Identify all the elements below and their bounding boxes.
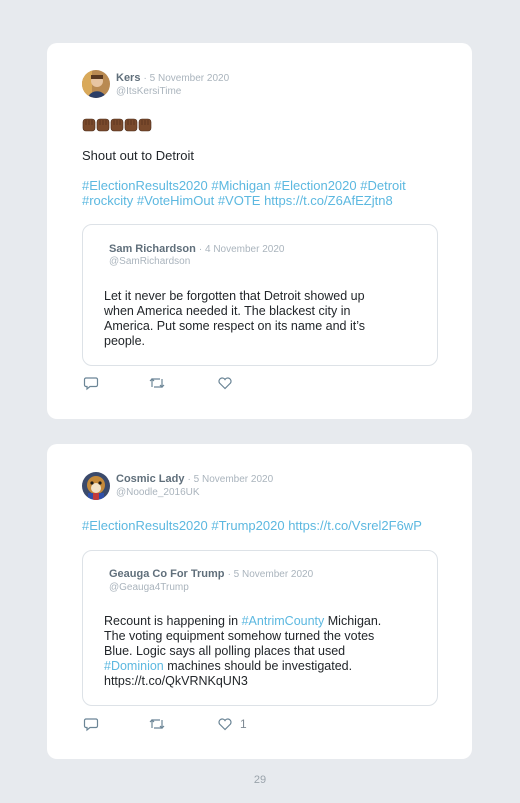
quoted-text-line: Let it never be forgotten that Detroit s… bbox=[104, 289, 365, 303]
heart-icon[interactable] bbox=[217, 375, 233, 391]
quoted-author-name[interactable]: Sam Richardson · 4 November 2020 bbox=[109, 243, 284, 255]
author-name[interactable]: Kers · 5 November 2020 bbox=[116, 72, 229, 84]
quoted-text-line: Recount is happening in #AntrimCounty Mi… bbox=[104, 614, 382, 628]
quoted-handle[interactable]: @SamRichardson bbox=[109, 256, 190, 267]
hashtag-link[interactable]: #AntrimCounty bbox=[242, 614, 325, 628]
tweet-card: Kers · 5 November 2020 @ItsKersiTime Sho… bbox=[47, 43, 472, 419]
quoted-text-line: Blue. Logic says all polling places that… bbox=[104, 644, 346, 658]
author-name[interactable]: Cosmic Lady · 5 November 2020 bbox=[116, 473, 273, 485]
hashtag-link[interactable]: #Dominion bbox=[104, 659, 164, 673]
retweet-icon[interactable] bbox=[149, 375, 165, 391]
avatar[interactable] bbox=[82, 70, 110, 98]
quoted-url-link[interactable]: https://t.co/QkVRNKqUN3 bbox=[104, 674, 248, 689]
tweet-actions bbox=[83, 375, 283, 391]
quoted-text-line: The voting equipment somehow turned the … bbox=[104, 629, 375, 643]
reply-icon[interactable] bbox=[83, 716, 99, 732]
quoted-text-line: #Dominion machines should be investigate… bbox=[104, 659, 353, 673]
quoted-text-line: when America needed it. The blackest cit… bbox=[104, 304, 351, 318]
heart-icon[interactable] bbox=[217, 716, 233, 732]
tweet-hashtags-line2[interactable]: #rockcity #VoteHimOut #VOTE https://t.co… bbox=[82, 193, 393, 208]
author-handle[interactable]: @Noodle_2016UK bbox=[116, 487, 200, 498]
author-handle[interactable]: @ItsKersiTime bbox=[116, 86, 181, 97]
quoted-handle[interactable]: @Geauga4Trump bbox=[109, 582, 189, 593]
tweet-actions: 1 bbox=[83, 716, 283, 732]
tweet-date: · 5 November 2020 bbox=[187, 474, 274, 485]
emoji-row bbox=[82, 117, 162, 133]
tweet-hashtags-line1[interactable]: #ElectionResults2020 #Trump2020 https://… bbox=[82, 518, 422, 533]
tweet-date: · 5 November 2020 bbox=[143, 73, 230, 84]
tweet-card: Cosmic Lady · 5 November 2020 @Noodle_20… bbox=[47, 444, 472, 759]
quoted-tweet[interactable]: Sam Richardson · 4 November 2020 @SamRic… bbox=[82, 224, 438, 366]
retweet-icon[interactable] bbox=[149, 716, 165, 732]
quoted-date: · 4 November 2020 bbox=[198, 244, 285, 255]
page-number: 29 bbox=[253, 774, 267, 786]
quoted-date: · 5 November 2020 bbox=[227, 569, 314, 580]
raised-fist-emoji bbox=[82, 118, 152, 132]
tweet-text: Shout out to Detroit bbox=[82, 148, 195, 163]
quoted-text-line: America. Put some respect on its name an… bbox=[104, 319, 365, 333]
like-count: 1 bbox=[240, 717, 247, 731]
tweet-hashtags-line1[interactable]: #ElectionResults2020 #Michigan #Election… bbox=[82, 178, 406, 193]
quoted-tweet[interactable]: Geauga Co For Trump · 5 November 2020 @G… bbox=[82, 550, 438, 706]
quoted-text-line: people. bbox=[104, 334, 146, 348]
reply-icon[interactable] bbox=[83, 375, 99, 391]
avatar[interactable] bbox=[82, 472, 110, 500]
quoted-author-name[interactable]: Geauga Co For Trump · 5 November 2020 bbox=[109, 568, 313, 580]
